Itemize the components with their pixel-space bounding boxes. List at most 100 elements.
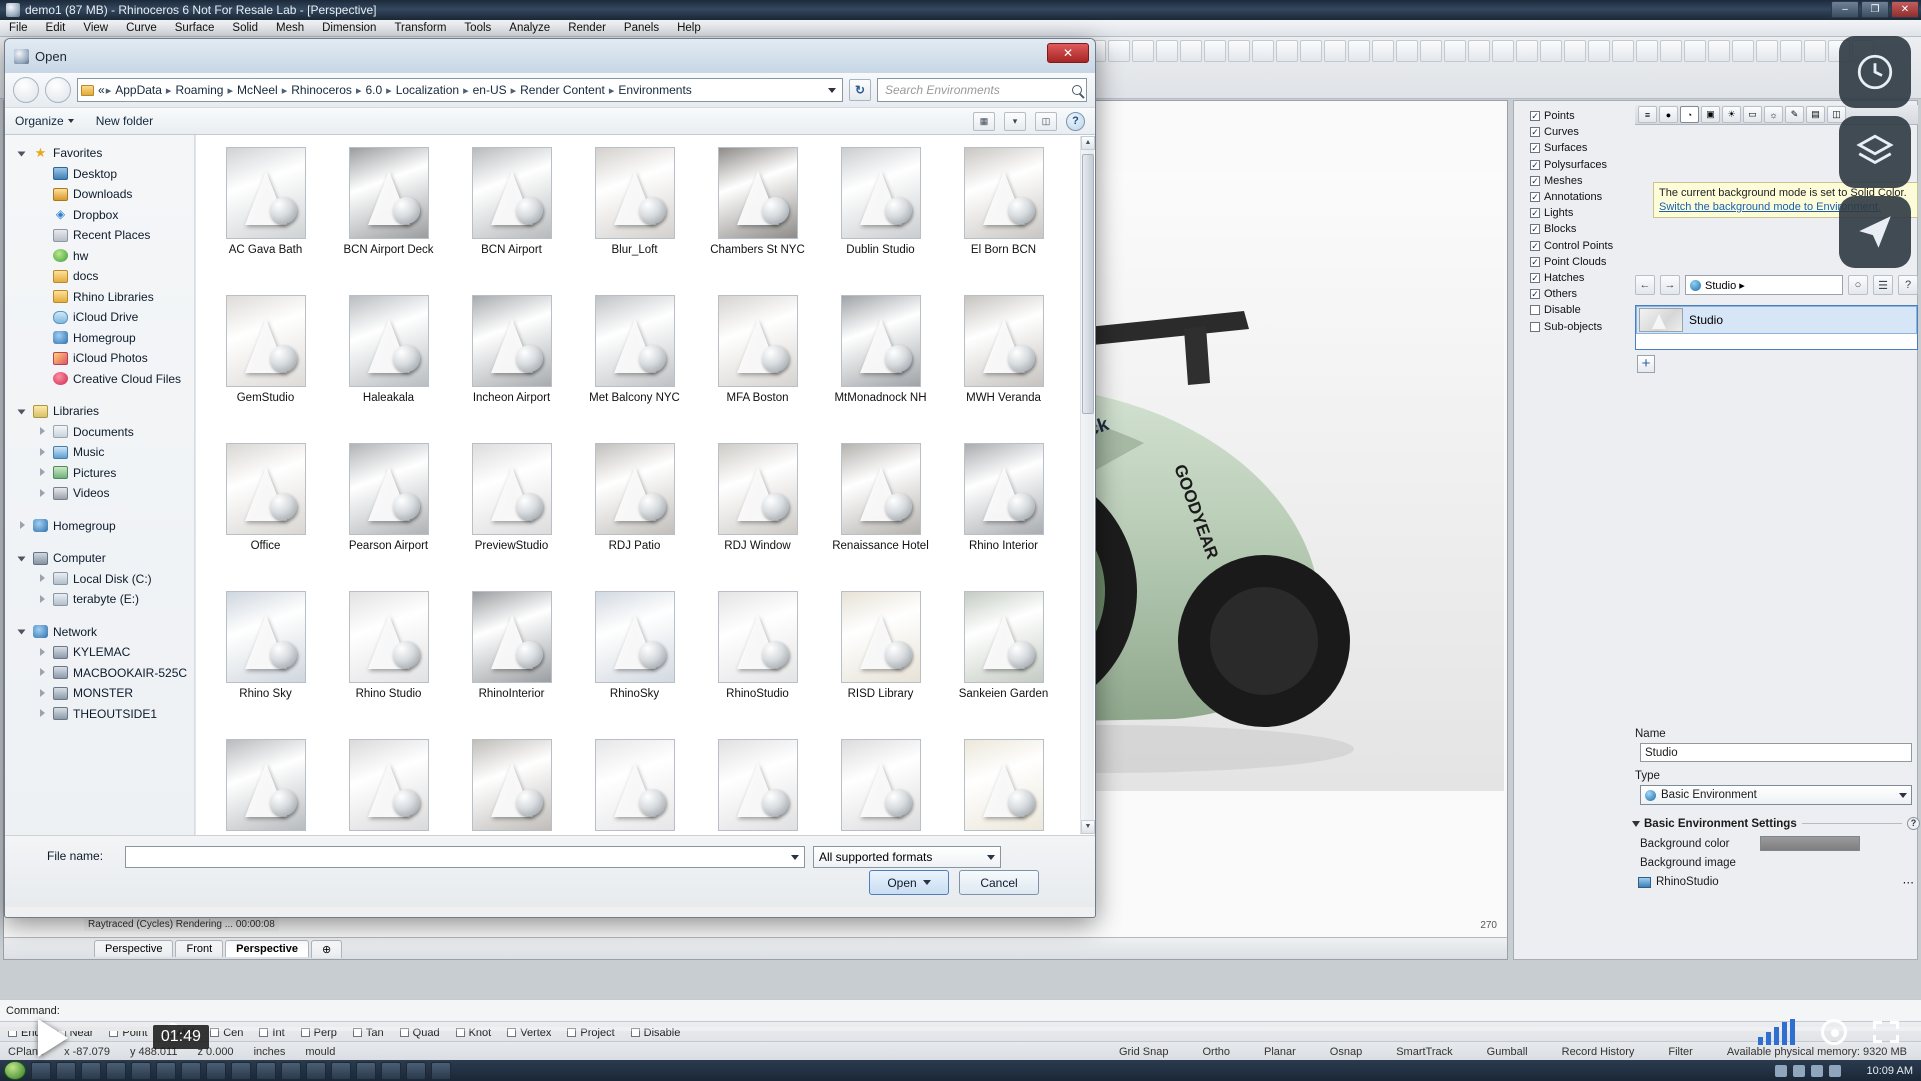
chevron-right-icon[interactable] bbox=[39, 594, 48, 604]
sidebar-item-homegroup[interactable]: Homegroup bbox=[5, 328, 194, 349]
checkbox[interactable] bbox=[1530, 321, 1540, 332]
menu-item-analyze[interactable]: Analyze bbox=[500, 20, 559, 37]
sidebar-item-monster[interactable]: MONSTER bbox=[5, 683, 194, 704]
navigation-pane[interactable]: ★ Favorites Desktop Downloads ◈ Dropbox Recent… bbox=[5, 135, 195, 835]
chevron-down-icon[interactable] bbox=[19, 627, 28, 636]
background-color-swatch[interactable] bbox=[1760, 836, 1860, 851]
search-icon[interactable]: ○ bbox=[1848, 275, 1868, 295]
display-tab[interactable]: ▣ bbox=[1701, 106, 1720, 123]
checkbox[interactable]: ✓ bbox=[1530, 272, 1540, 283]
sidebar-item-local-disk-c-[interactable]: Local Disk (C:) bbox=[5, 569, 194, 590]
toolbar-button[interactable] bbox=[1612, 40, 1634, 62]
toolbar-button[interactable] bbox=[1204, 40, 1226, 62]
chevron-down-icon[interactable] bbox=[828, 87, 836, 93]
checkbox[interactable]: ✓ bbox=[1530, 289, 1540, 300]
menu-item-curve[interactable]: Curve bbox=[117, 20, 166, 37]
file-type-combobox[interactable]: All supported formats bbox=[813, 846, 1001, 868]
scrollbar-thumb[interactable] bbox=[1082, 154, 1094, 414]
chevron-right-icon[interactable] bbox=[39, 688, 48, 698]
toolbar-button[interactable] bbox=[1804, 40, 1826, 62]
open-file-dialog[interactable]: Open ✕ « ▸ AppData ▸ Roaming ▸ McNeel ▸ Rhinoce… bbox=[4, 38, 1096, 918]
properties-tab[interactable]: ▤ bbox=[1806, 106, 1825, 123]
video-controls-right[interactable] bbox=[1758, 1019, 1899, 1045]
chevron-right-icon[interactable] bbox=[39, 668, 48, 677]
breadcrumb-crumb[interactable]: Render Content bbox=[517, 83, 608, 97]
menu-item-surface[interactable]: Surface bbox=[166, 20, 224, 37]
more-options-icon[interactable]: ⋯ bbox=[1903, 875, 1915, 889]
file-item[interactable]: Chambers St NYC bbox=[696, 141, 819, 289]
change-view-button[interactable]: ▦ bbox=[973, 111, 995, 131]
organize-button[interactable]: Organize bbox=[15, 114, 74, 128]
breadcrumb[interactable]: « ▸ AppData ▸ Roaming ▸ McNeel ▸ Rhinoceros ▸ 6.0… bbox=[77, 78, 843, 102]
scroll-up-button[interactable]: ▲ bbox=[1081, 136, 1095, 150]
back-button[interactable]: ← bbox=[1635, 275, 1655, 295]
breadcrumb-crumb[interactable]: Roaming bbox=[172, 83, 226, 97]
checkbox[interactable] bbox=[1530, 305, 1540, 316]
filter-row-hatches[interactable]: ✓ Hatches bbox=[1530, 270, 1635, 286]
sidebar-item-hw[interactable]: hw bbox=[5, 246, 194, 267]
breadcrumb-crumb[interactable]: Localization bbox=[393, 83, 462, 97]
checkbox[interactable]: ✓ bbox=[1530, 175, 1540, 186]
file-item[interactable]: RhinoStudio bbox=[696, 585, 819, 733]
breadcrumb-crumb[interactable]: Rhinoceros bbox=[288, 83, 355, 97]
list-item[interactable]: Studio bbox=[1636, 306, 1917, 334]
checkbox[interactable]: ✓ bbox=[1530, 208, 1540, 219]
sidebar-item-libraries[interactable]: Libraries bbox=[5, 401, 194, 422]
sidebar-item-icloud-drive[interactable]: iCloud Drive bbox=[5, 307, 194, 328]
toolbar-button[interactable] bbox=[1252, 40, 1274, 62]
viewport-tab-perspective[interactable]: Perspective bbox=[225, 940, 309, 957]
breadcrumb-crumb[interactable]: 6.0 bbox=[362, 83, 385, 97]
filename-input-wrapper[interactable] bbox=[125, 846, 805, 868]
toolbar-button[interactable] bbox=[1516, 40, 1538, 62]
file-item[interactable]: Incheon Airport bbox=[450, 289, 573, 437]
sidebar-item-terabyte-e-[interactable]: terabyte (E:) bbox=[5, 589, 194, 610]
chevron-down-icon[interactable] bbox=[791, 854, 799, 860]
file-item[interactable]: Office bbox=[204, 437, 327, 585]
environment-list[interactable]: Studio bbox=[1635, 305, 1918, 350]
menu-item-render[interactable]: Render bbox=[559, 20, 615, 37]
ground-plane-tab[interactable]: ▭ bbox=[1743, 106, 1762, 123]
materials-tab[interactable]: ● bbox=[1659, 106, 1678, 123]
file-item[interactable]: BCN Airport Deck bbox=[327, 141, 450, 289]
menu-item-dimension[interactable]: Dimension bbox=[313, 20, 385, 37]
sidebar-item-creative-cloud-files[interactable]: Creative Cloud Files bbox=[5, 369, 194, 390]
chevron-down-icon[interactable] bbox=[19, 149, 28, 158]
toolbar-button[interactable] bbox=[1228, 40, 1250, 62]
file-item[interactable]: Rhino Interior bbox=[942, 437, 1065, 585]
sidebar-item-computer[interactable]: Computer bbox=[5, 548, 194, 569]
toolbar-button[interactable] bbox=[1684, 40, 1706, 62]
file-item[interactable]: MWH Veranda bbox=[942, 289, 1065, 437]
file-item[interactable]: StudioA bbox=[573, 733, 696, 835]
forward-button[interactable]: → bbox=[1660, 275, 1680, 295]
viewport-tab-front[interactable]: Front bbox=[175, 940, 224, 957]
file-item[interactable]: StudioD bbox=[942, 733, 1065, 835]
chevron-down-icon[interactable] bbox=[922, 880, 931, 885]
filter-row-lights[interactable]: ✓ Lights bbox=[1530, 205, 1635, 221]
toolbar-button[interactable] bbox=[1732, 40, 1754, 62]
file-item[interactable]: MFA Boston bbox=[696, 289, 819, 437]
file-item[interactable]: RISD Library bbox=[819, 585, 942, 733]
video-player-overlay[interactable]: 01:49 bbox=[0, 1001, 1921, 1081]
type-combobox[interactable]: Basic Environment bbox=[1640, 785, 1912, 805]
file-item[interactable]: BCN Airport bbox=[450, 141, 573, 289]
menu-item-view[interactable]: View bbox=[74, 20, 117, 37]
menu-item-solid[interactable]: Solid bbox=[223, 20, 267, 37]
help-icon[interactable]: ? bbox=[1898, 275, 1918, 295]
toolbar-button[interactable] bbox=[1492, 40, 1514, 62]
back-button[interactable] bbox=[13, 77, 39, 103]
toolbar-button[interactable] bbox=[1108, 40, 1130, 62]
toolbar-button[interactable] bbox=[1276, 40, 1298, 62]
file-item[interactable]: StudioB bbox=[696, 733, 819, 835]
floating-action-buttons[interactable] bbox=[1839, 36, 1911, 268]
add-viewport-tab-button[interactable]: ⊕ bbox=[310, 939, 343, 958]
viewport-tab-perspective[interactable]: Perspective bbox=[94, 940, 174, 957]
file-item[interactable]: SF MOMA bbox=[327, 733, 450, 835]
chevron-right-icon[interactable] bbox=[39, 488, 48, 498]
toolbar-button[interactable] bbox=[1468, 40, 1490, 62]
checkbox[interactable]: ✓ bbox=[1530, 256, 1540, 267]
sidebar-item-dropbox[interactable]: ◈ Dropbox bbox=[5, 205, 194, 226]
menu-icon[interactable]: ☰ bbox=[1873, 275, 1893, 295]
file-item[interactable]: RDJ Patio bbox=[573, 437, 696, 585]
menu-item-edit[interactable]: Edit bbox=[37, 20, 75, 37]
search-input[interactable] bbox=[883, 82, 1081, 98]
